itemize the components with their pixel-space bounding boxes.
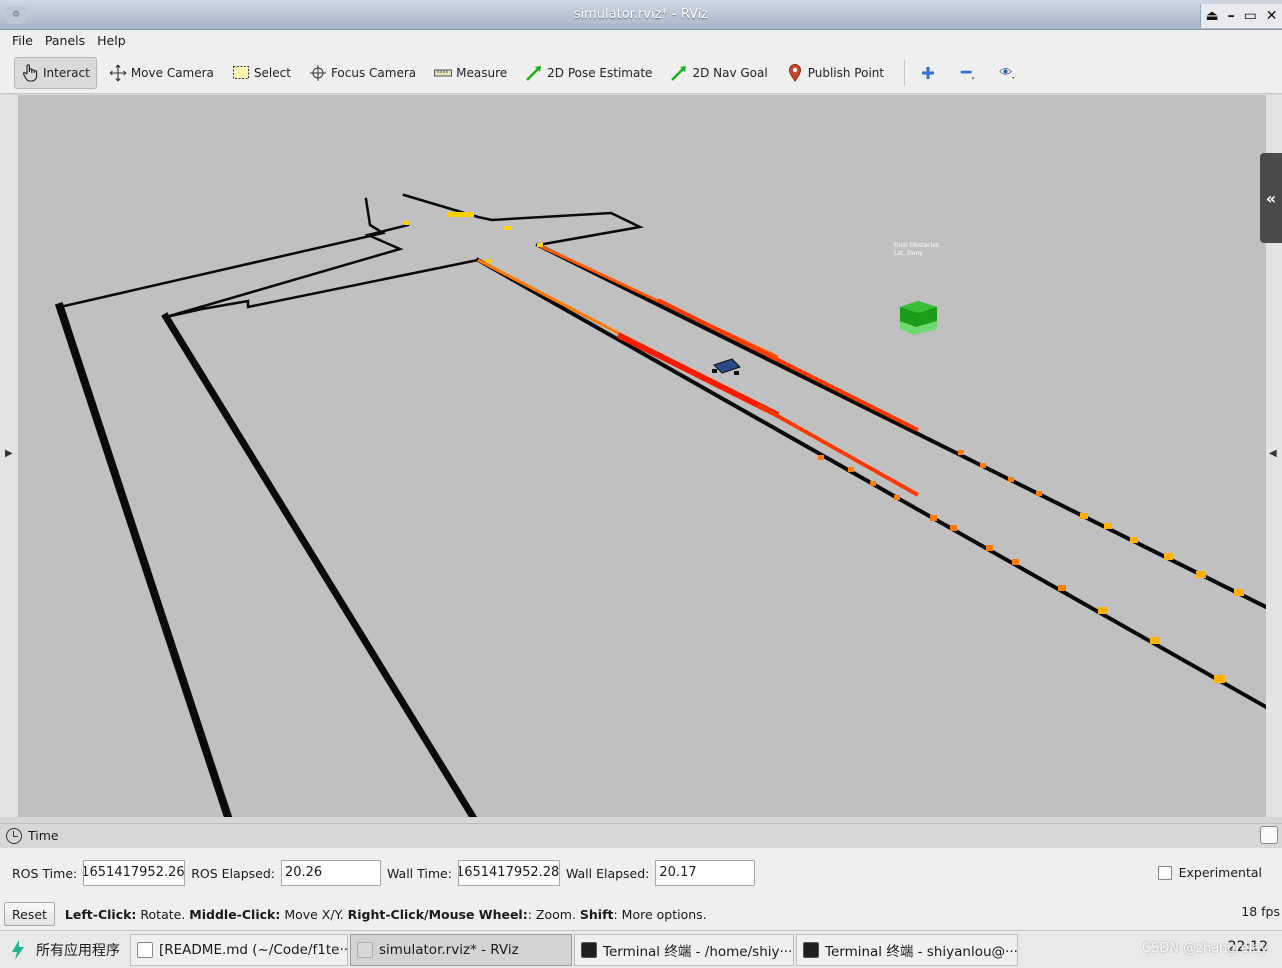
ros-elapsed-label: ROS Elapsed: [191,865,275,881]
task-terminal-1[interactable]: Terminal 终端 - /home/shiy··· [574,933,794,966]
menu-bar: File Panels Help [0,30,1282,52]
add-tool-button[interactable] [913,57,947,89]
publish-point-tool[interactable]: Publish Point [780,57,890,89]
ros-time-label: ROS Time: [12,865,78,881]
task-rviz[interactable]: simulator.rviz* - RViz [350,933,572,966]
experimental-option[interactable]: Experimental [1157,865,1262,880]
select-label: Select [253,65,291,80]
marker-text-1: Goal Obstacles [894,242,939,249]
task-label: simulator.rviz* - RViz [379,941,519,958]
undock-button[interactable] [1260,826,1278,844]
time-panel: ROS Time: 1651417952.26 ROS Elapsed: 20.… [0,848,1282,898]
ruler-icon [434,64,453,82]
expand-left-icon: ▶ [5,448,13,459]
menu-panels[interactable]: Panels [39,30,91,52]
experimental-checkbox[interactable] [1157,865,1172,880]
pose-estimate-tool[interactable]: 2D Pose Estimate [519,57,658,89]
deepin-logo-icon [12,939,24,960]
remove-tool-button[interactable] [953,57,987,89]
eject-icon[interactable]: ⏏ [1205,8,1218,24]
wall-elapsed-label: Wall Elapsed: [565,865,650,881]
ros-time-field[interactable]: 1651417952.26 [83,860,186,886]
text-editor-icon [137,941,153,958]
task-label: Terminal 终端 - shiyanlou@··· [825,943,1018,960]
toolbar-separator [904,59,906,86]
hand-pointer-icon [21,63,39,82]
reset-button[interactable]: Reset [4,902,55,926]
measure-label: Measure [456,65,508,80]
render-viewport[interactable]: Goal Obstacles Lat. Deny [18,95,1266,817]
collapse-right-panel-button[interactable]: « [1260,153,1282,243]
interact-label: Interact [43,65,90,80]
minus-icon [959,64,977,82]
task-label: Terminal 终端 - /home/shiy··· [603,943,793,960]
expand-right-icon: ◀ [1269,448,1277,459]
clock-icon [6,827,22,844]
task-readme[interactable]: [README.md (~/Code/f1te··· [130,933,348,966]
terminal-icon [581,941,597,958]
focus-camera-label: Focus Camera [330,65,417,80]
time-panel-title: Time [28,828,59,843]
maximize-button[interactable]: ▭ [1244,8,1257,24]
menu-file[interactable]: File [6,30,39,52]
focus-camera-tool[interactable]: Focus Camera [303,57,422,89]
start-menu-button[interactable]: 所有应用程序 [0,932,130,968]
double-chevron-left-icon: « [1265,188,1277,208]
taskbar: 所有应用程序 [README.md (~/Code/f1te··· simula… [0,930,1282,968]
status-help-text: Left-Click: Rotate. Middle-Click: Move X… [64,906,707,922]
publish-point-label: Publish Point [807,65,885,80]
task-terminal-2[interactable]: Terminal 终端 - shiyanlou@··· [796,933,1018,966]
tool-bar: Interact Move Camera Select Focus Camera… [0,52,1282,94]
start-menu-label: 所有应用程序 [36,942,120,959]
marker-text-2: Lat. Deny [894,250,923,257]
task-label: [README.md (~/Code/f1te··· [159,941,348,958]
move-camera-tool[interactable]: Move Camera [103,57,220,89]
wall-elapsed-field[interactable]: 20.17 [655,860,756,886]
time-panel-header[interactable]: Time [0,823,1282,847]
terminal-icon [803,941,819,958]
goal-marker-box [900,301,937,335]
fps-counter: 18 fps [1241,904,1280,919]
move-camera-label: Move Camera [130,65,214,80]
view-tool-button[interactable] [993,57,1027,89]
nav-goal-tool[interactable]: 2D Nav Goal [664,57,773,89]
title-bar[interactable]: ⚙ simulator.rviz* - RViz ⏏ – ▭ ✕ [0,0,1282,30]
select-tool[interactable]: Select [226,57,297,89]
rviz-icon [357,941,373,958]
measure-tool[interactable]: Measure [428,57,513,89]
close-button[interactable]: ✕ [1266,8,1278,24]
left-dock-handle[interactable]: ▶ [0,95,18,817]
plus-icon [919,64,937,82]
minimize-button[interactable]: – [1228,8,1235,24]
pose-estimate-label: 2D Pose Estimate [547,65,653,80]
wall-time-label: Wall Time: [386,865,452,881]
window-controls: ⏏ – ▭ ✕ [1200,4,1282,28]
green-arrow-icon [670,64,688,82]
move-arrows-icon [109,64,127,82]
eye-icon [999,64,1017,82]
experimental-label: Experimental [1178,865,1262,880]
select-box-icon [232,64,250,82]
scene-canvas: Goal Obstacles Lat. Deny [18,95,1266,817]
rviz-window: ⚙ simulator.rviz* - RViz ⏏ – ▭ ✕ File Pa… [0,0,1282,968]
window-title: simulator.rviz* - RViz [573,7,709,22]
nav-goal-label: 2D Nav Goal [692,65,768,80]
interact-tool[interactable]: Interact [14,56,97,89]
crosshair-icon [309,64,327,82]
watermark-text: CSDN @zhangrelay [1141,941,1268,956]
status-bar: Reset Left-Click: Rotate. Middle-Click: … [0,898,1282,930]
green-arrow-icon [525,64,543,82]
map-pin-icon [786,63,804,82]
wall-time-field[interactable]: 1651417952.28 [457,860,560,886]
menu-help[interactable]: Help [91,30,132,52]
ros-elapsed-field[interactable]: 20.26 [280,860,381,886]
